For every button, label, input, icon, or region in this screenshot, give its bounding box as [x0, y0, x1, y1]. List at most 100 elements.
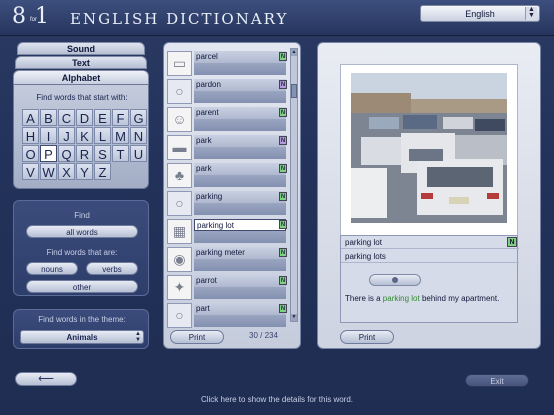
list-item[interactable]: ▦ parking lot N [167, 216, 289, 247]
letter-key-s[interactable]: S [94, 145, 111, 162]
letter-key-r[interactable]: R [76, 145, 93, 162]
list-item[interactable]: ▭ parcel N [167, 48, 289, 79]
sentence-after: behind my apartment. [419, 294, 500, 303]
word-row-line [194, 287, 286, 299]
parking-lot-illustration [351, 73, 507, 223]
letter-key-w[interactable]: W [40, 163, 57, 180]
letter-key-b[interactable]: B [40, 109, 57, 126]
noun-badge: N [279, 304, 287, 313]
sentence-highlight: parking lot [382, 294, 420, 303]
word-label: parrot [194, 275, 286, 287]
word-row-line [194, 315, 286, 327]
letter-key-n[interactable]: N [130, 127, 147, 144]
letter-key-v[interactable]: V [22, 163, 39, 180]
logo-for: for [30, 17, 38, 23]
back-button[interactable]: ⟵ [15, 372, 77, 386]
theme-label: Find words in the theme: [38, 315, 126, 324]
park-icon: ♣ [167, 163, 192, 188]
list-item[interactable]: ○ pardon N [167, 76, 289, 107]
word-row-line [194, 119, 286, 131]
noun-badge: N [507, 237, 517, 247]
list-item[interactable]: ☺ parent N [167, 104, 289, 135]
noun-badge: N [279, 248, 287, 257]
letter-key-x[interactable]: X [58, 163, 75, 180]
letter-key-z[interactable]: Z [94, 163, 111, 180]
verbs-button[interactable]: verbs [86, 262, 138, 275]
language-select[interactable]: English ▲ ▼ [420, 5, 540, 22]
word-label: park [194, 163, 286, 175]
theme-value: Animals [66, 333, 98, 342]
list-item[interactable]: ♣ park N [167, 160, 289, 191]
list-item[interactable]: ○ part N [167, 300, 289, 331]
letter-key-q[interactable]: Q [58, 145, 75, 162]
letter-key-k[interactable]: K [76, 127, 93, 144]
print-detail-button[interactable]: Print [340, 330, 394, 344]
letter-key-c[interactable]: C [58, 109, 75, 126]
placeholder-icon: ○ [167, 191, 192, 216]
theme-panel: Find words in the theme: Animals ▲ ▼ [13, 309, 149, 349]
noun-badge: N [279, 52, 287, 61]
list-item[interactable]: ✦ parrot N [167, 272, 289, 303]
exit-button[interactable]: Exit [465, 374, 529, 387]
letter-key-l[interactable]: L [94, 127, 111, 144]
word-label: part [194, 303, 286, 315]
word-label: park [194, 135, 286, 147]
letter-key-t[interactable]: T [112, 145, 129, 162]
noun-badge: N [279, 276, 287, 285]
scroll-thumb[interactable] [291, 84, 297, 98]
word-row-line [194, 91, 286, 103]
letter-key-a[interactable]: A [22, 109, 39, 126]
play-sound-button[interactable] [369, 274, 421, 286]
scroll-up-icon[interactable]: ▲ [291, 49, 297, 56]
page-counter: 30 / 234 [249, 331, 278, 340]
letter-key-o[interactable]: O [22, 145, 39, 162]
word-label: parking [194, 191, 286, 203]
letter-key-j[interactable]: J [58, 127, 75, 144]
language-value: English [465, 9, 495, 19]
list-item[interactable]: ▬ park N [167, 132, 289, 163]
list-item[interactable]: ◉ parking meter N [167, 244, 289, 275]
scrollbar[interactable]: ▲ ▼ [290, 48, 298, 322]
left-arrow-icon: ⟵ [38, 373, 54, 385]
letter-key-m[interactable]: M [112, 127, 129, 144]
letter-key-p[interactable]: P [40, 145, 57, 162]
word-label: parking meter [194, 247, 286, 259]
nouns-button[interactable]: nouns [26, 262, 78, 275]
letter-key-f[interactable]: F [112, 109, 129, 126]
tab-sound[interactable]: Sound [17, 42, 145, 55]
updown-arrow-icon: ▲ ▼ [525, 6, 537, 20]
detail-plural: parking lots [341, 250, 519, 263]
noun-badge: N [279, 80, 287, 89]
noun-badge: N [279, 164, 287, 173]
box-icon: ▭ [167, 51, 192, 76]
alphabet-panel: Find words that start with: ABCDEFG HIJKL… [13, 84, 149, 189]
tab-text[interactable]: Text [15, 56, 147, 69]
example-sentence: There is a parking lot behind my apartme… [345, 294, 515, 303]
noun-badge: N [279, 136, 287, 145]
letter-key-u[interactable]: U [130, 145, 147, 162]
placeholder-icon: ○ [167, 303, 192, 328]
list-item[interactable]: ○ parking N [167, 188, 289, 219]
all-words-button[interactable]: all words [26, 225, 138, 238]
print-list-button[interactable]: Print [170, 330, 224, 344]
theme-select[interactable]: Animals ▲ ▼ [20, 330, 144, 344]
updown-arrow-icon: ▲ ▼ [135, 331, 141, 343]
detail-panel: parking lot N parking lots There is a pa… [317, 42, 541, 349]
letter-key-g[interactable]: G [130, 109, 147, 126]
word-label: parcel [194, 51, 286, 63]
other-button[interactable]: other [26, 280, 138, 293]
letter-key-i[interactable]: I [40, 127, 57, 144]
meter-icon: ◉ [167, 247, 192, 272]
scroll-down-icon[interactable]: ▼ [291, 314, 297, 321]
word-row-line [194, 147, 286, 159]
letter-key-h[interactable]: H [22, 127, 39, 144]
letter-key-e[interactable]: E [94, 109, 111, 126]
tab-alphabet[interactable]: Alphabet [13, 70, 149, 85]
word-row-line [194, 203, 286, 215]
noun-badge: N [279, 192, 287, 201]
find-panel: Find all words Find words that are: noun… [13, 200, 149, 296]
letter-key-y[interactable]: Y [76, 163, 93, 180]
family-icon: ☺ [167, 107, 192, 132]
letter-key-d[interactable]: D [76, 109, 93, 126]
word-row-line [194, 63, 286, 75]
